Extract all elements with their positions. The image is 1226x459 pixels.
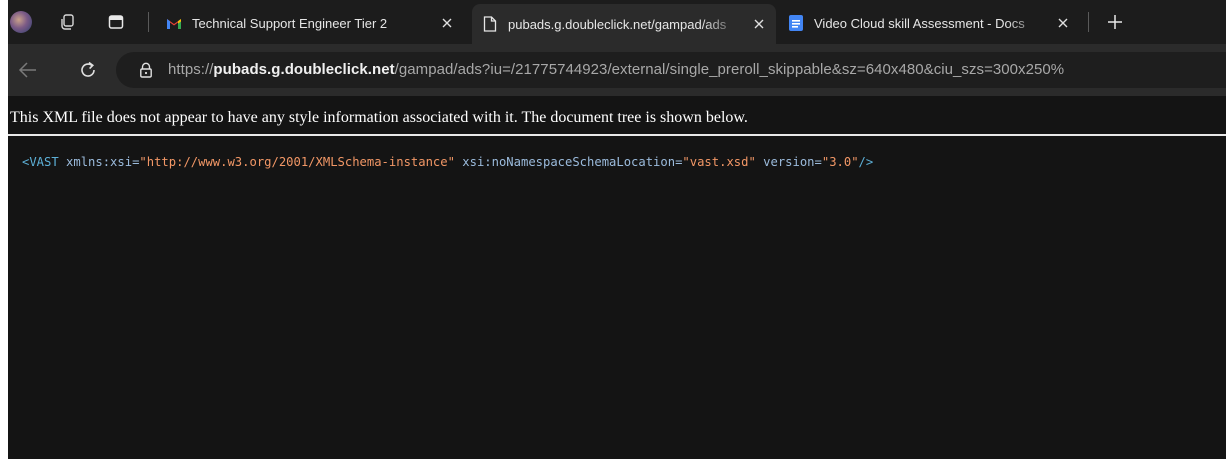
tab-docs[interactable]: Video Cloud skill Assessment - Docs	[778, 6, 1080, 40]
xml-attribute-name: xmlns:xsi	[66, 155, 133, 169]
url-text: https://pubads.g.doubleclick.net/gampad/…	[168, 61, 1064, 78]
gmail-icon	[166, 15, 182, 31]
tab-separator	[1088, 12, 1089, 32]
xml-style-notice: This XML file does not appear to have an…	[8, 96, 1226, 136]
xml-document-tree: <VAST xmlns:xsi="http://www.w3.org/2001/…	[22, 155, 874, 169]
tab-title: Video Cloud skill Assessment - Docs	[814, 15, 1025, 31]
workspaces-icon[interactable]	[54, 8, 82, 36]
xml-attribute-value: "http://www.w3.org/2001/XMLSchema-instan…	[139, 155, 455, 169]
tab-title: pubads.g.doubleclick.net/gampad/ads	[508, 16, 727, 32]
url-path: /gampad/ads?iu=/21775744923/external/sin…	[394, 61, 1065, 78]
xml-attribute-name: version	[763, 155, 815, 169]
tab-pubads[interactable]: pubads.g.doubleclick.net/gampad/ads	[472, 4, 776, 44]
reload-icon[interactable]	[74, 56, 102, 84]
xml-tag-close: />	[858, 155, 874, 169]
xml-attribute-value: "vast.xsd"	[682, 155, 756, 169]
plus-icon[interactable]	[1104, 11, 1126, 33]
tab-gmail[interactable]: Technical Support Engineer Tier 2	[156, 6, 464, 40]
xml-attribute-name: xsi:noNamespaceSchemaLocation	[462, 155, 676, 169]
url-host: pubads.g.doubleclick.net	[213, 61, 395, 78]
page-icon	[482, 16, 498, 32]
close-tab-icon[interactable]	[750, 15, 768, 33]
tab-title: Technical Support Engineer Tier 2	[192, 15, 388, 31]
page-content: This XML file does not appear to have an…	[8, 96, 1226, 459]
address-bar[interactable]: https://pubads.g.doubleclick.net/gampad/…	[116, 52, 1226, 88]
lock-icon[interactable]	[138, 62, 154, 78]
xml-attribute-value: "3.0"	[821, 155, 859, 169]
url-scheme: https://	[168, 61, 214, 78]
tab-actions-icon[interactable]	[102, 8, 130, 36]
back-arrow-icon[interactable]	[14, 56, 42, 84]
profile-avatar-icon[interactable]	[10, 11, 32, 33]
docs-icon	[788, 15, 804, 31]
close-tab-icon[interactable]	[1054, 14, 1072, 32]
close-tab-icon[interactable]	[438, 14, 456, 32]
tab-separator	[148, 12, 149, 32]
xml-tag-open: <VAST	[22, 155, 59, 169]
tab-strip: Technical Support Engineer Tier 2 pubads…	[8, 0, 1226, 44]
browser-window: Technical Support Engineer Tier 2 pubads…	[8, 0, 1226, 459]
address-toolbar: https://pubads.g.doubleclick.net/gampad/…	[8, 44, 1226, 96]
